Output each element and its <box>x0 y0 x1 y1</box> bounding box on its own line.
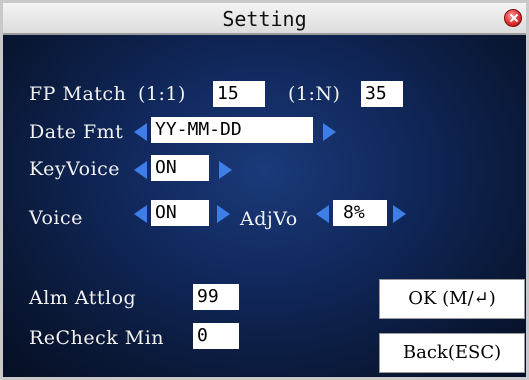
key-voice-next-arrow-icon[interactable] <box>219 161 232 179</box>
adj-vo-prev-arrow-icon[interactable] <box>316 205 329 223</box>
ok-button[interactable]: OK (M/↵) <box>379 279 525 319</box>
date-fmt-prev-arrow-icon[interactable] <box>134 123 147 141</box>
adj-vo-select[interactable]: 8% <box>333 200 387 226</box>
fp-match-1ton-label: (1:N) <box>288 83 341 105</box>
adj-vo-next-arrow-icon[interactable] <box>393 205 406 223</box>
fp-match-1to1-label: (1:1) <box>138 83 186 105</box>
recheck-min-input[interactable]: 0 <box>193 323 239 349</box>
date-fmt-select[interactable]: YY-MM-DD <box>151 117 313 143</box>
alm-attlog-label: Alm Attlog <box>29 287 137 309</box>
fp-match-1to1-input[interactable]: 15 <box>213 81 265 107</box>
close-icon[interactable] <box>504 9 522 27</box>
title-bar: Setting <box>3 3 526 35</box>
key-voice-label: KeyVoice <box>29 158 121 180</box>
key-voice-prev-arrow-icon[interactable] <box>134 161 147 179</box>
fp-match-1ton-input[interactable]: 35 <box>361 81 403 107</box>
voice-prev-arrow-icon[interactable] <box>134 205 147 223</box>
voice-label: Voice <box>29 207 83 229</box>
fp-match-label: FP Match <box>29 83 127 105</box>
window-title: Setting <box>222 7 307 31</box>
alm-attlog-input[interactable]: 99 <box>193 284 239 310</box>
key-voice-select[interactable]: ON <box>151 155 209 181</box>
date-fmt-label: Date Fmt <box>29 121 124 143</box>
setting-screen: Setting FP Match (1:1) 15 (1:N) 35 Date … <box>0 0 529 380</box>
back-button[interactable]: Back(ESC) <box>379 333 525 373</box>
voice-select[interactable]: ON <box>151 200 209 226</box>
voice-next-arrow-icon[interactable] <box>217 205 230 223</box>
recheck-min-label: ReCheck Min <box>29 327 165 349</box>
date-fmt-next-arrow-icon[interactable] <box>323 123 336 141</box>
adj-vo-label: AdjVo <box>240 208 298 230</box>
